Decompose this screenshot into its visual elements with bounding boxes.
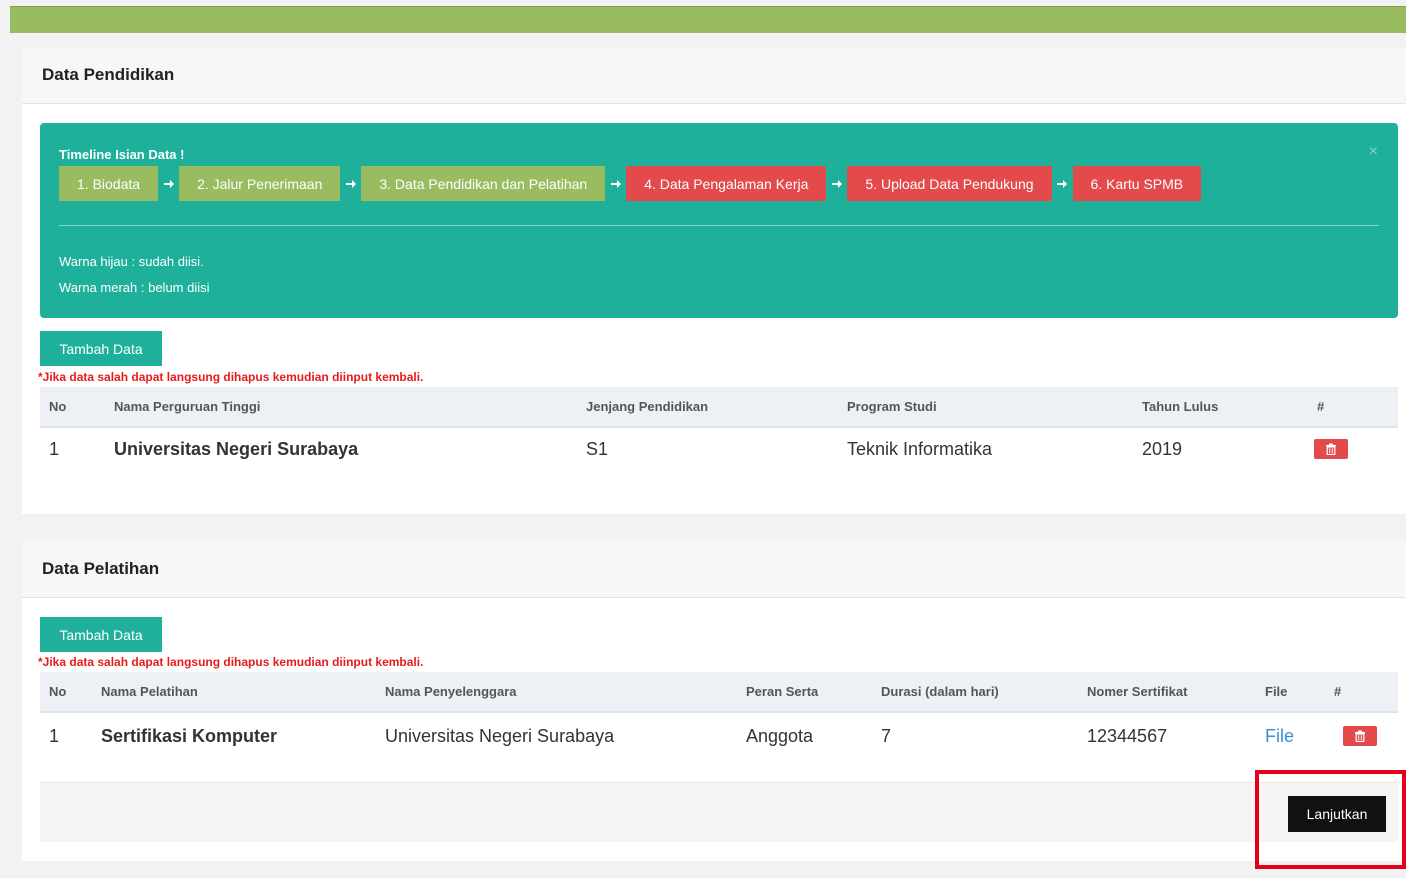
close-icon[interactable]: × [1369, 143, 1378, 161]
col-tahun: Tahun Lulus [1142, 399, 1219, 414]
table-header: No Nama Pelatihan Nama Penyelenggara Per… [40, 672, 1398, 713]
timeline-alert: Timeline Isian Data ! × 1. Biodata 2. Ja… [40, 123, 1398, 318]
warning-text: *Jika data salah dapat langsung dihapus … [38, 655, 424, 669]
panel-title: Data Pendidikan [22, 47, 1406, 104]
col-action: # [1317, 399, 1325, 414]
timeline-title: Timeline Isian Data ! [59, 147, 185, 162]
top-bar [10, 6, 1406, 33]
cell-no: 1 [49, 439, 60, 459]
next-button[interactable]: Lanjutkan [1288, 796, 1386, 832]
col-no: No [49, 399, 67, 414]
panel-title: Data Pelatihan [22, 541, 1406, 598]
cell-sertifikat: 12344567 [1087, 726, 1168, 746]
trash-icon [1326, 443, 1336, 455]
step-pengalaman-kerja[interactable]: 4. Data Pengalaman Kerja [626, 166, 827, 201]
legend-green: Warna hijau : sudah diisi. [59, 254, 204, 269]
divider [59, 225, 1379, 226]
col-file: File [1265, 684, 1288, 699]
timeline-steps: 1. Biodata 2. Jalur Penerimaan 3. Data P… [59, 166, 1202, 201]
arrow-right-icon [1052, 178, 1073, 190]
col-nama-pelatihan: Nama Pelatihan [101, 684, 198, 699]
trash-icon [1355, 730, 1365, 742]
col-penyelenggara: Nama Penyelenggara [385, 684, 517, 699]
cell-no: 1 [49, 726, 60, 746]
cell-nama-pelatihan: Sertifikasi Komputer [101, 726, 278, 746]
col-no: No [49, 684, 67, 699]
cell-penyelenggara: Universitas Negeri Surabaya [385, 726, 615, 746]
delete-button[interactable] [1314, 439, 1348, 459]
step-biodata[interactable]: 1. Biodata [59, 166, 159, 201]
delete-button[interactable] [1343, 726, 1377, 746]
arrow-right-icon [340, 178, 361, 190]
table-header: No Nama Perguruan Tinggi Jenjang Pendidi… [40, 387, 1398, 428]
add-training-button[interactable]: Tambah Data [40, 617, 162, 652]
cell-durasi: 7 [881, 726, 892, 746]
cell-prodi: Teknik Informatika [847, 439, 993, 459]
panel-data-pendidikan: Data Pendidikan Timeline Isian Data ! × … [22, 47, 1406, 514]
col-action: # [1334, 684, 1342, 699]
add-education-button[interactable]: Tambah Data [40, 331, 162, 366]
cell-jenjang: S1 [586, 439, 609, 459]
col-durasi: Durasi (dalam hari) [881, 684, 999, 699]
step-kartu-spmb[interactable]: 6. Kartu SPMB [1072, 166, 1202, 201]
col-prodi: Program Studi [847, 399, 937, 414]
col-sertifikat: Nomer Sertifikat [1087, 684, 1188, 699]
step-jalur-penerimaan[interactable]: 2. Jalur Penerimaan [179, 166, 341, 201]
legend-red: Warna merah : belum diisi [59, 280, 210, 295]
warning-text: *Jika data salah dapat langsung dihapus … [38, 370, 424, 384]
step-data-pendidikan[interactable]: 3. Data Pendidikan dan Pelatihan [361, 166, 606, 201]
form-footer: Lanjutkan [40, 782, 1398, 842]
cell-peran: Anggota [746, 726, 814, 746]
cell-tahun: 2019 [1142, 439, 1183, 459]
arrow-right-icon [605, 178, 626, 190]
arrow-right-icon [158, 178, 179, 190]
arrow-right-icon [826, 178, 847, 190]
col-peran: Peran Serta [746, 684, 819, 699]
panel-data-pelatihan: Data Pelatihan Tambah Data *Jika data sa… [22, 541, 1406, 861]
cell-nama-pt: Universitas Negeri Surabaya [114, 439, 359, 459]
step-upload-data[interactable]: 5. Upload Data Pendukung [847, 166, 1052, 201]
col-jenjang: Jenjang Pendidikan [586, 399, 709, 414]
col-nama-pt: Nama Perguruan Tinggi [114, 399, 261, 414]
file-link[interactable]: File [1265, 726, 1294, 747]
